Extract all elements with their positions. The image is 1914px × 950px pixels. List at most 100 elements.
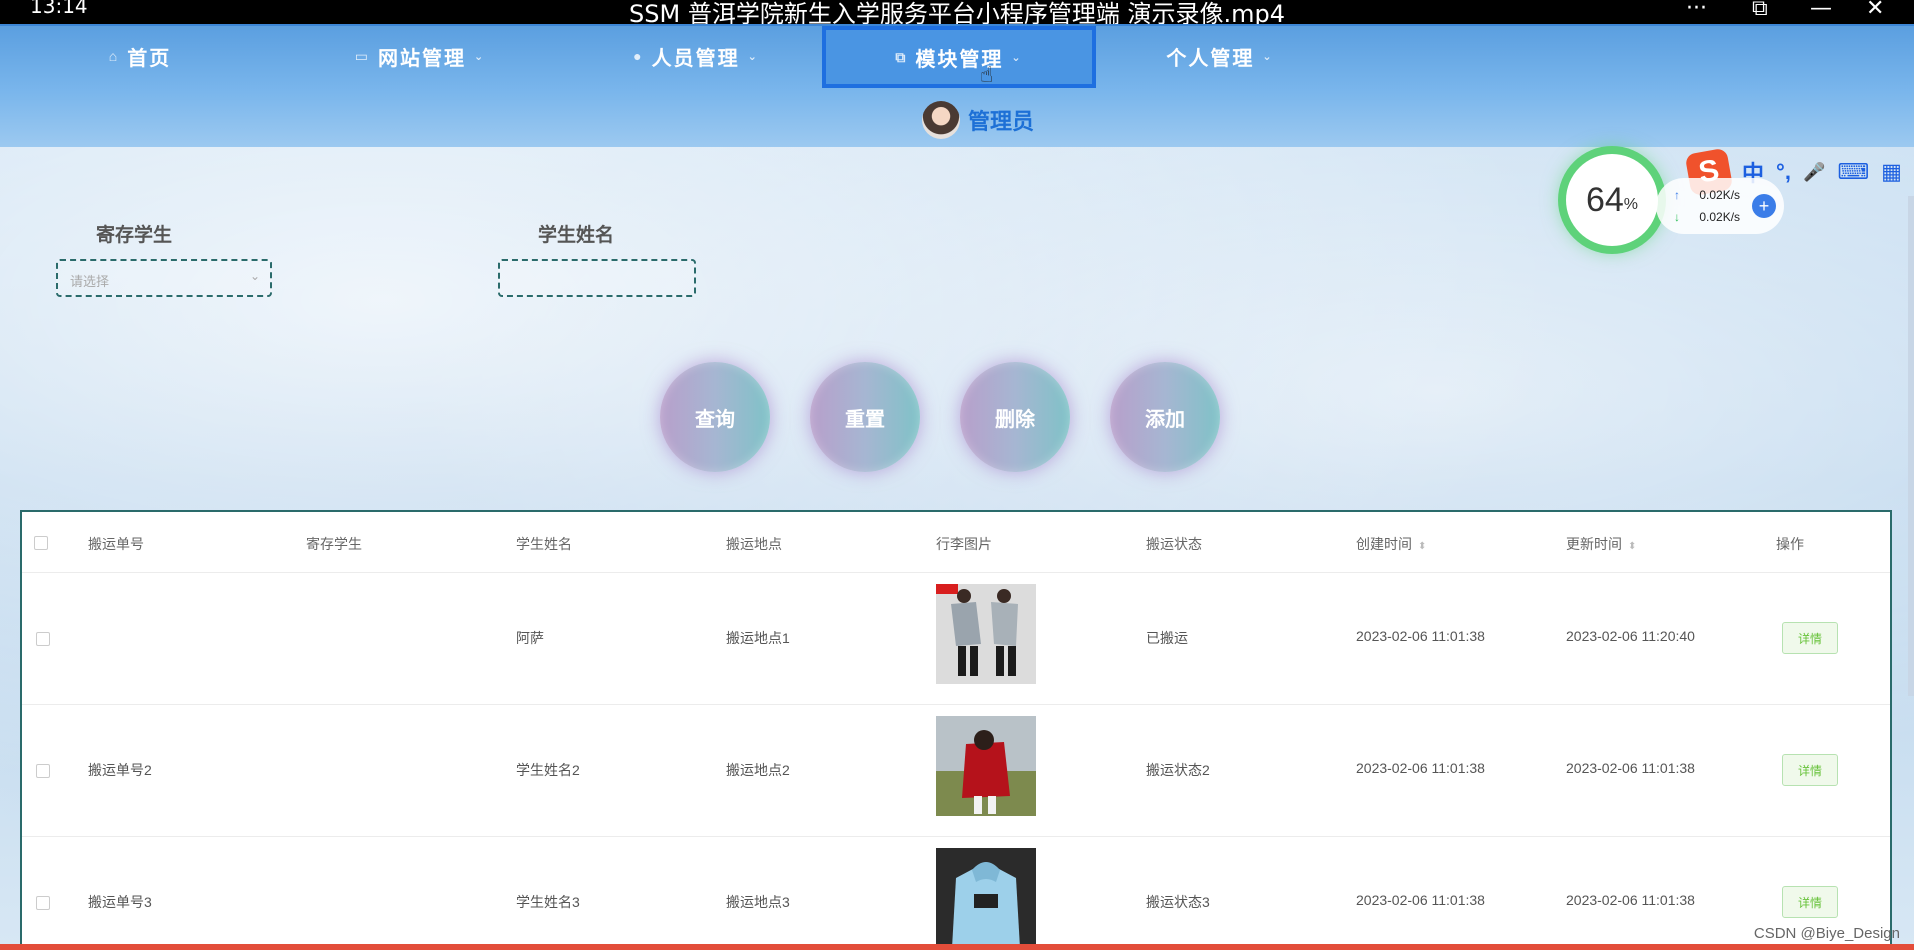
col-header-place: 搬运地点 [726,536,782,552]
nav-module-management[interactable]: ⧉ 模块管理 ⌄ [822,26,1096,88]
keyboard-icon[interactable]: ⌨ [1837,159,1869,185]
cell-updated: 2023-02-06 11:01:38 [1566,892,1695,908]
cell-name: 学生姓名2 [516,762,580,778]
more-icon[interactable]: ··· [1686,0,1707,21]
network-speed-widget[interactable]: 64% ↑ 0.02K/s ↓ 0.02K/s + [1566,154,1786,254]
person-icon: ● [633,48,644,64]
col-header-action: 操作 [1776,536,1804,552]
grid-icon[interactable]: ▦ [1881,159,1902,185]
nav-home-label: 首页 [127,47,172,70]
student-filter-label: 寄存学生 [96,225,173,246]
student-select-placeholder: 请选择 [70,274,110,289]
luggage-image[interactable] [936,848,1036,944]
close-icon[interactable]: ✕ [1866,0,1884,21]
data-table: 搬运单号 寄存学生 学生姓名 搬运地点 行李图片 搬运状态 创建时间 ⬍ 更新时间… [20,510,1892,944]
luggage-image[interactable] [936,716,1036,816]
download-arrow-icon: ↓ [1674,210,1680,224]
col-header-status: 搬运状态 [1146,536,1202,552]
sort-icon[interactable]: ⬍ [1418,541,1426,552]
cell-updated: 2023-02-06 11:20:40 [1566,628,1695,644]
row-checkbox[interactable] [36,764,50,778]
table-row: 阿萨 搬运地点1 已搬运 2023-02-06 11:01:38 2023-02… [22,572,1890,705]
plus-icon[interactable]: + [1752,194,1776,218]
name-filter-label: 学生姓名 [538,225,615,246]
cell-no: 搬运单号2 [88,762,152,778]
cell-status: 搬运状态2 [1146,762,1210,778]
pip-icon[interactable]: ⧉ [1752,0,1768,21]
app-area: ⌂ 首页 ▭ 网站管理 ⌄ ● 人员管理 ⌄ ⧉ 模块管理 ⌄ 个人管理 ⌄ 管… [0,24,1914,944]
nav-personal-management[interactable]: 个人管理 ⌄ [1120,26,1320,86]
chevron-down-icon: ⌄ [1011,51,1023,64]
top-nav: ⌂ 首页 ▭ 网站管理 ⌄ ● 人员管理 ⌄ ⧉ 模块管理 ⌄ 个人管理 ⌄ 管… [0,24,1914,147]
col-header-created-label: 创建时间 [1356,536,1412,552]
col-header-name: 学生姓名 [516,536,572,552]
percent-unit: % [1623,196,1639,213]
nav-people-management[interactable]: ● 人员管理 ⌄ [596,26,796,86]
select-all-checkbox[interactable] [34,536,48,550]
luggage-image[interactable] [936,584,1036,684]
col-header-no: 搬运单号 [88,536,144,552]
page-scrollbar[interactable] [1908,196,1914,696]
nav-people-label: 人员管理 [651,47,740,70]
nav-site-management[interactable]: ▭ 网站管理 ⌄ [320,26,520,86]
cell-place: 搬运地点1 [726,630,790,646]
luggage-photo-2 [936,716,1036,816]
reset-button[interactable]: 重置 [810,362,920,472]
cell-place: 搬运地点3 [726,894,790,910]
cell-name: 阿萨 [516,630,544,646]
microphone-icon[interactable]: 🎤 [1803,162,1825,183]
module-icon: ⧉ [895,48,908,65]
user-name: 管理员 [968,109,1035,134]
cell-status: 搬运状态3 [1146,894,1210,910]
watermark: CSDN @Biye_Design [1753,925,1900,942]
name-input[interactable] [498,259,696,297]
cell-no: 搬运单号3 [88,894,152,910]
col-header-student: 寄存学生 [306,536,362,552]
table-header: 搬运单号 寄存学生 学生姓名 搬运地点 行李图片 搬运状态 创建时间 ⬍ 更新时间… [22,512,1890,573]
video-progress-bar[interactable] [0,944,1914,950]
memory-percent-circle: 64% [1566,154,1658,246]
query-button[interactable]: 查询 [660,362,770,472]
col-header-created[interactable]: 创建时间 ⬍ [1356,534,1426,554]
hand-cursor-icon: ☝ [980,62,994,87]
user-info[interactable]: 管理员 [922,101,1034,139]
col-header-updated-label: 更新时间 [1566,536,1622,552]
home-icon: ⌂ [108,48,120,64]
detail-button[interactable]: 详情 [1782,622,1838,654]
chevron-down-icon: ⌄ [747,50,759,63]
percent-value: 64 [1585,180,1624,219]
row-checkbox[interactable] [36,896,50,910]
cell-name: 学生姓名3 [516,894,580,910]
row-checkbox[interactable] [36,632,50,646]
sort-icon[interactable]: ⬍ [1628,541,1636,552]
col-header-updated[interactable]: 更新时间 ⬍ [1566,534,1636,554]
chevron-down-icon: ⌄ [1262,50,1274,63]
chevron-down-icon: ⌄ [249,269,260,283]
student-select[interactable]: 请选择 ⌄ [56,259,272,297]
cell-place: 搬运地点2 [726,762,790,778]
nav-personal-label: 个人管理 [1166,47,1255,70]
speed-pill: ↑ 0.02K/s ↓ 0.02K/s + [1656,178,1784,234]
player-title-bar: 13:14 SSM 普洱学院新生入学服务平台小程序管理端 演示录像.mp4 ··… [0,0,1914,28]
delete-button[interactable]: 删除 [960,362,1070,472]
detail-button[interactable]: 详情 [1782,886,1838,918]
col-header-image: 行李图片 [936,536,992,552]
nav-home[interactable]: ⌂ 首页 [60,26,220,86]
cell-created: 2023-02-06 11:01:38 [1356,760,1485,776]
upload-arrow-icon: ↑ [1674,188,1680,202]
table-row: 搬运单号3 学生姓名3 搬运地点3 搬运状态3 2023-02-06 11:01… [22,836,1890,944]
monitor-icon: ▭ [354,47,370,64]
avatar [922,101,960,139]
luggage-photo-1 [936,584,1036,684]
upload-speed: 0.02K/s [1699,188,1741,202]
luggage-photo-3 [936,848,1036,944]
cell-created: 2023-02-06 11:01:38 [1356,892,1485,908]
cell-updated: 2023-02-06 11:01:38 [1566,760,1695,776]
cell-status: 已搬运 [1146,630,1188,646]
minimize-icon[interactable]: — [1810,0,1832,21]
download-speed: 0.02K/s [1699,210,1741,224]
cell-created: 2023-02-06 11:01:38 [1356,628,1485,644]
detail-button[interactable]: 详情 [1782,754,1838,786]
table-row: 搬运单号2 学生姓名2 搬运地点2 搬运状态2 2023-02-06 11:01… [22,704,1890,837]
add-button[interactable]: 添加 [1110,362,1220,472]
